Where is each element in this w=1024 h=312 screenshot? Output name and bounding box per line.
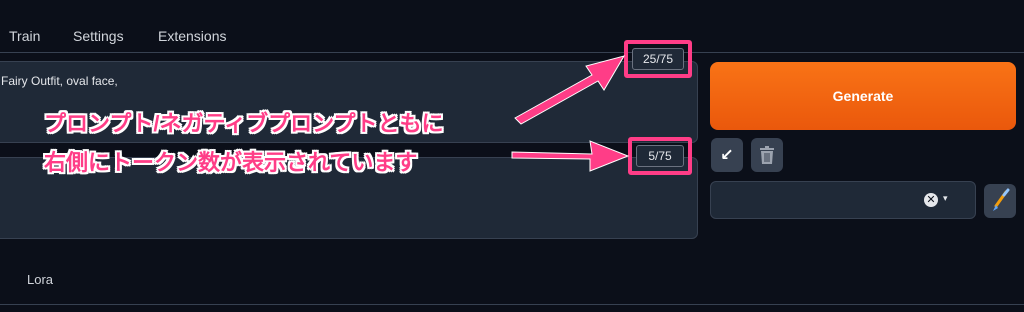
annotation-arrow-bottom [511,140,630,172]
annotation-line-2: 右側にトークン数が表示されています [44,150,418,175]
annotation-line-1: プロンプト/ネガティブプロンプトともに [44,111,444,136]
annotation-arrow-top [514,55,626,125]
